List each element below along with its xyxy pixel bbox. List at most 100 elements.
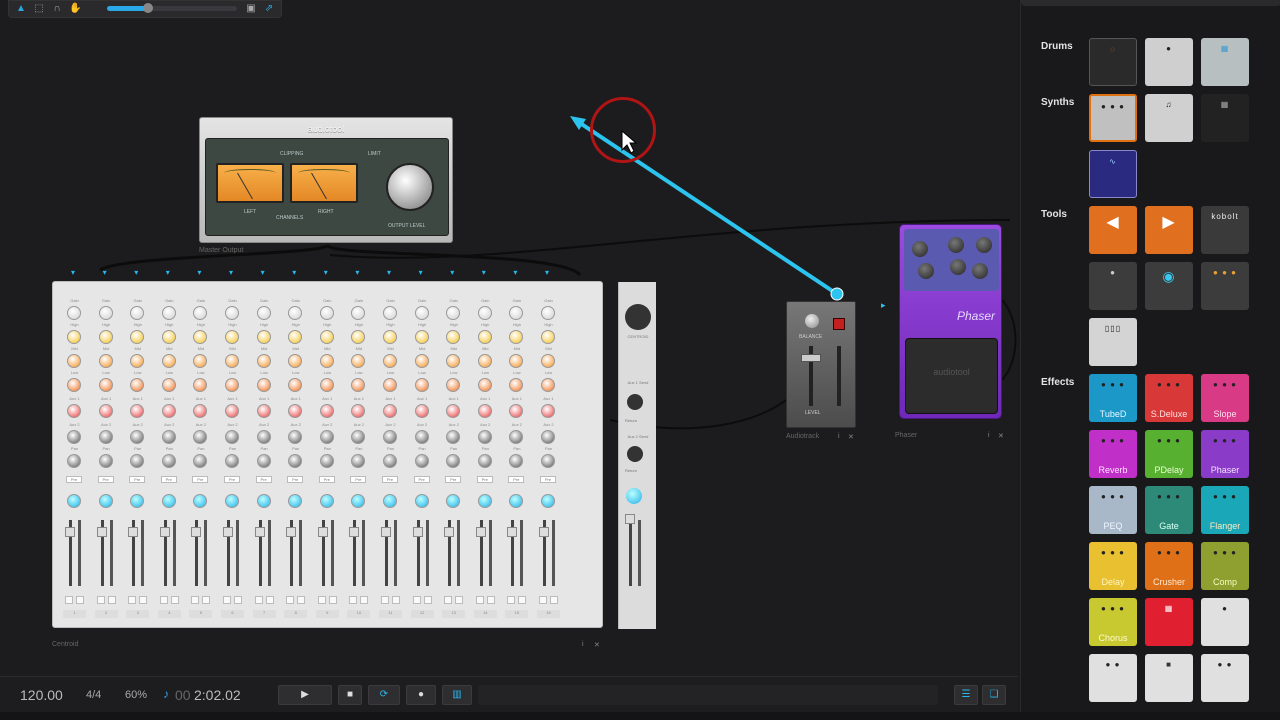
level-fader[interactable] [801, 354, 821, 362]
aux1-knob[interactable] [627, 394, 643, 410]
channel-fader[interactable] [223, 527, 233, 537]
channel-fader[interactable] [381, 527, 391, 537]
channel-knob[interactable] [319, 378, 334, 392]
tool-tile[interactable]: ▯▯▯ [1089, 318, 1137, 366]
channel-knob[interactable] [351, 354, 366, 368]
pre-button[interactable]: Pre [129, 476, 146, 483]
channel-knob[interactable] [446, 354, 461, 368]
synth-tile[interactable]: ♫ [1145, 94, 1193, 142]
channel-knob[interactable] [130, 306, 145, 320]
channel-knob[interactable] [414, 430, 429, 444]
mute-button[interactable] [349, 596, 358, 604]
channel-knob[interactable] [477, 430, 492, 444]
channel-knob[interactable] [288, 404, 303, 418]
mute-button[interactable] [96, 596, 105, 604]
channel-knob[interactable] [383, 354, 397, 368]
effect-tile-reverb[interactable]: ● ● ● Reverb [1089, 430, 1137, 478]
solo-button[interactable] [202, 596, 211, 604]
record-button[interactable]: ● [406, 685, 436, 705]
mute-button[interactable] [317, 596, 326, 604]
channel-knob[interactable] [383, 306, 397, 320]
mixer-close-button[interactable]: ✕ [594, 641, 600, 649]
synth-tile[interactable]: ▦ [1201, 94, 1249, 142]
mute-button[interactable] [539, 596, 547, 604]
channel-knob[interactable] [67, 378, 81, 392]
channel-knob[interactable] [67, 454, 81, 468]
effect-tile-slope[interactable]: ● ● ● Slope [1201, 374, 1249, 422]
effect-tile-phaser[interactable]: ● ● ● Phaser [1201, 430, 1249, 478]
channel-knob[interactable] [319, 454, 334, 468]
channel-knob[interactable] [67, 330, 81, 344]
channel-knob[interactable] [446, 454, 461, 468]
channel-knob[interactable] [67, 404, 81, 418]
mute-button[interactable] [507, 596, 516, 604]
phaser-footswitch[interactable]: audiotool [905, 338, 998, 414]
effect-tile-gate[interactable]: ● ● ● Gate [1145, 486, 1193, 534]
solo-button[interactable] [139, 596, 148, 604]
channel-knob[interactable] [225, 354, 239, 368]
channel-fader[interactable] [96, 527, 107, 537]
channel-knob[interactable] [130, 378, 145, 392]
channel-knob[interactable] [225, 404, 239, 418]
solo-button[interactable] [265, 596, 274, 604]
channel-knob[interactable] [98, 404, 113, 418]
pan-knob[interactable] [130, 494, 145, 508]
channel-knob[interactable] [414, 378, 429, 392]
channel-fader[interactable] [412, 527, 423, 537]
channel-knob[interactable] [256, 354, 271, 368]
tool-tile[interactable]: ◉ [1145, 262, 1193, 310]
channel-knob[interactable] [193, 378, 208, 392]
channel-knob[interactable] [477, 454, 492, 468]
channel-knob[interactable] [541, 306, 555, 320]
channel-knob[interactable] [161, 430, 176, 444]
channel-knob[interactable] [98, 430, 113, 444]
solo-button[interactable] [455, 596, 464, 604]
channel-fader[interactable] [65, 527, 75, 537]
channel-knob[interactable] [288, 430, 303, 444]
channel-fader[interactable] [507, 527, 518, 537]
solo-button[interactable] [234, 596, 242, 604]
channel-knob[interactable] [161, 454, 176, 468]
tool-tile[interactable]: kobolt [1201, 206, 1249, 254]
channel-knob[interactable] [98, 306, 113, 320]
channel-knob[interactable] [130, 454, 145, 468]
folder-icon[interactable]: ❑ [982, 685, 1006, 705]
pan-knob[interactable] [414, 494, 429, 508]
mixer-info-button[interactable]: i [582, 641, 584, 648]
channel-knob[interactable] [509, 454, 524, 468]
solo-button[interactable] [423, 596, 432, 604]
channel-knob[interactable] [161, 378, 176, 392]
mute-button[interactable] [475, 596, 484, 604]
time-display[interactable]: 2:02.02 [194, 687, 241, 703]
phaser-knob[interactable] [912, 241, 928, 257]
channel-knob[interactable] [225, 378, 239, 392]
channel-fader[interactable] [475, 527, 486, 537]
pre-button[interactable]: Pre [540, 476, 556, 483]
channel-knob[interactable] [446, 378, 461, 392]
channel-knob[interactable] [509, 306, 524, 320]
effect-tile[interactable]: ▦ [1145, 598, 1193, 646]
aux2-knob[interactable] [627, 446, 643, 462]
channel-knob[interactable] [130, 430, 145, 444]
channel-knob[interactable] [193, 330, 208, 344]
channel-knob[interactable] [67, 354, 81, 368]
effect-tile-pdelay[interactable]: ● ● ● PDelay [1145, 430, 1193, 478]
channel-knob[interactable] [446, 404, 461, 418]
channel-knob[interactable] [256, 330, 271, 344]
pre-button[interactable]: Pre [413, 476, 430, 483]
cable[interactable] [1001, 299, 1017, 381]
effect-tile-flanger[interactable]: ● ● ● Flanger [1201, 486, 1249, 534]
pan-knob[interactable] [67, 494, 81, 508]
channel-knob[interactable] [414, 306, 429, 320]
channel-knob[interactable] [383, 454, 397, 468]
channel-knob[interactable] [446, 330, 461, 344]
channel-knob[interactable] [288, 378, 303, 392]
solo-button[interactable] [518, 596, 527, 604]
channel-knob[interactable] [414, 330, 429, 344]
pre-button[interactable]: Pre [192, 476, 209, 483]
mute-button[interactable] [191, 596, 200, 604]
synth-tile[interactable]: ∿ [1089, 150, 1137, 198]
drum-machine-tile[interactable]: ● [1145, 38, 1193, 86]
pre-button[interactable]: Pre [476, 476, 493, 483]
metronome-button[interactable]: ▥ [442, 685, 472, 705]
